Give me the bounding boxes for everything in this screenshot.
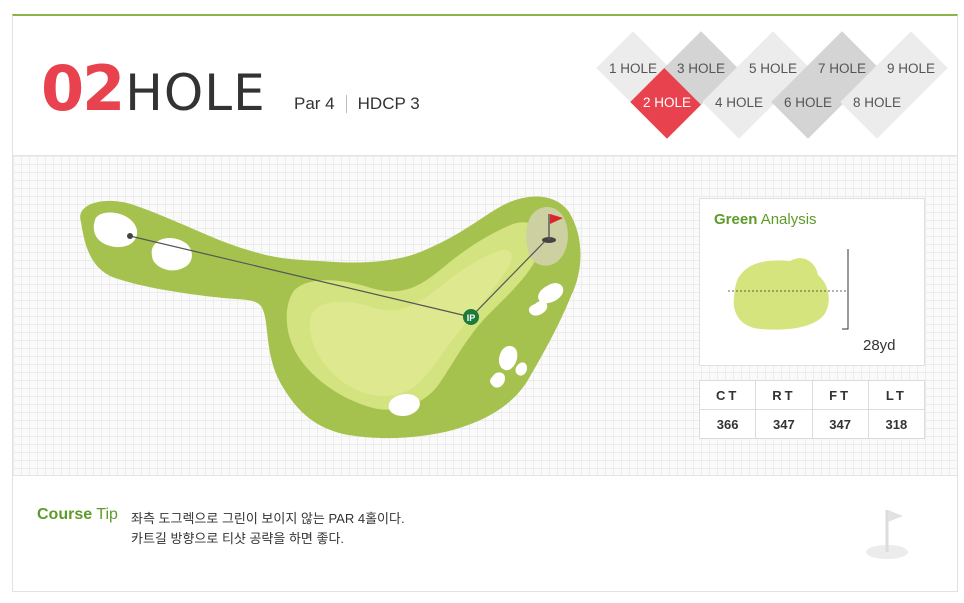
tee-value-ft: 347: [811, 409, 869, 439]
hdcp-label: HDCP 3: [357, 94, 420, 113]
green-depth-bracket: [842, 249, 849, 330]
hole-tab-9[interactable]: 9 HOLE: [874, 31, 948, 105]
green-shape-diagram: [728, 249, 849, 330]
hole-number: 02: [41, 52, 125, 125]
green-analysis-panel: Green Analysis 28yd: [699, 198, 925, 366]
course-tip-line-1: 좌측 도그렉으로 그린이 보이지 않는 PAR 4홀이다.: [131, 511, 405, 526]
tee-value-row: 366 347 347 318: [698, 409, 926, 439]
green-analysis-title: Green Analysis: [714, 211, 817, 228]
golf-flag-icon: [866, 510, 908, 559]
course-tip-line-2: 카트길 방향으로 티샷 공략을 하면 좋다.: [131, 531, 345, 546]
hole-map-area: IP Green Analysis 28yd CT RT FT LT 366 3…: [13, 156, 957, 476]
green-shape: [733, 258, 829, 330]
tee-value-rt: 347: [755, 409, 813, 439]
tee-value-ct: 366: [698, 409, 757, 439]
par-label: Par 4: [294, 94, 335, 113]
tee-value-lt: 318: [867, 409, 926, 439]
tee-header-row: CT RT FT LT: [698, 380, 926, 410]
hole-word: HOLE: [125, 64, 266, 122]
hole-info-panel: 02 HOLE Par 4 HDCP 3 1 HOLE 2 HOLE 3 HOL…: [12, 14, 958, 592]
hole-header: 02 HOLE Par 4 HDCP 3 1 HOLE 2 HOLE 3 HOL…: [13, 16, 957, 156]
tee-header-rt: RT: [755, 380, 813, 410]
course-tip-section: Course Tip 좌측 도그렉으로 그린이 보이지 않는 PAR 4홀이다.…: [13, 476, 957, 594]
tee-header-ct: CT: [698, 380, 757, 410]
green-size: 28yd: [863, 337, 896, 354]
tee-distance-table: CT RT FT LT 366 347 347 318: [698, 380, 926, 439]
tee-header-lt: LT: [867, 380, 926, 410]
tee-marker: [127, 233, 133, 239]
hole-meta: Par 4 HDCP 3: [294, 94, 420, 114]
hole-title: 02 HOLE: [41, 52, 266, 125]
course-tip-title: Course Tip: [37, 506, 118, 523]
meta-divider: [345, 95, 347, 113]
tee-header-ft: FT: [811, 380, 869, 410]
ip-label: IP: [467, 313, 476, 323]
course-map: IP: [80, 196, 581, 439]
